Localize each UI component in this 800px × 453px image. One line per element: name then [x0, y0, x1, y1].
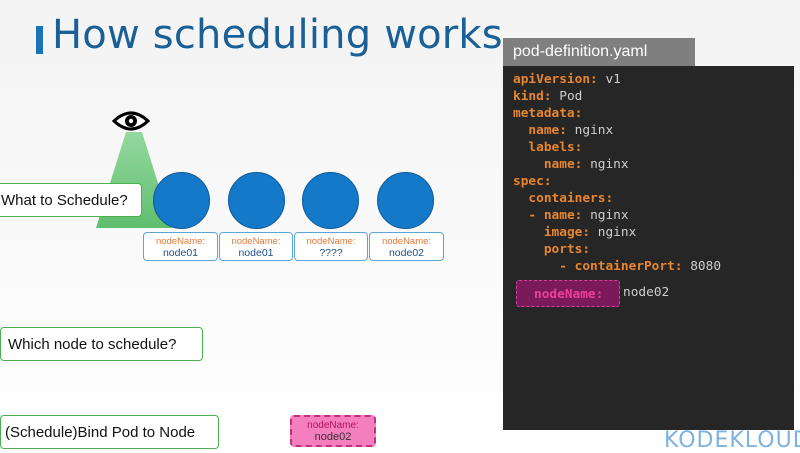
yaml-file-tab: pod-definition.yaml	[503, 38, 695, 66]
node-label-key: nodeName:	[231, 236, 281, 247]
page-title: How scheduling works	[52, 12, 503, 58]
node-label-key: nodeName:	[155, 236, 206, 247]
node-label-value: ????	[319, 247, 343, 259]
node-label-4: nodeName: node02	[369, 232, 444, 261]
yaml-line: - name: nginx	[513, 208, 629, 223]
yaml-line: labels:	[513, 139, 582, 156]
yaml-key: name:	[543, 208, 583, 223]
yaml-value: nginx	[590, 225, 637, 240]
yaml-key: name:	[528, 123, 567, 138]
yaml-line: apiVersion: v1	[513, 71, 621, 88]
node-circle-3	[302, 172, 359, 229]
yaml-key: containers:	[528, 191, 614, 206]
node-label-1: nodeName: node01	[143, 232, 218, 261]
yaml-line: ports:	[513, 241, 590, 258]
yaml-line: spec:	[513, 173, 552, 190]
node-label-key: nodeName:	[381, 236, 432, 247]
node-label-2: nodeName: node01	[219, 232, 293, 261]
yaml-value: nginx	[582, 157, 629, 172]
eye-icon	[112, 111, 150, 131]
yaml-key: kind:	[513, 89, 552, 104]
yaml-key: metadata:	[513, 106, 583, 121]
yaml-value: nginx	[566, 123, 614, 138]
yaml-line: kind: Pod	[513, 88, 582, 105]
yaml-line: - containerPort: 8080	[513, 259, 722, 274]
yaml-key: name:	[543, 157, 583, 172]
yaml-code-panel: apiVersion: v1 kind: Pod metadata: name:…	[503, 66, 794, 430]
yaml-value: 8080	[682, 259, 722, 274]
yaml-value: Pod	[551, 89, 583, 104]
yaml-line: containers:	[513, 190, 613, 207]
yaml-key: image:	[543, 225, 591, 240]
yaml-key: apiVersion:	[513, 72, 598, 87]
bind-pod-box: (Schedule)Bind Pod to Node	[0, 415, 219, 449]
yaml-line: name: nginx	[513, 122, 613, 139]
what-to-schedule-box: What to Schedule?	[0, 183, 142, 217]
bind-pod-label: (Schedule)Bind Pod to Node	[5, 423, 196, 441]
yaml-nodename-value: node02	[623, 285, 670, 300]
node-circle-1	[153, 172, 210, 229]
yaml-value: v1	[597, 72, 621, 87]
node-label-value: node01	[162, 247, 199, 259]
node-label-value: node02	[388, 247, 425, 259]
title-accent-bar	[36, 26, 43, 54]
kodekloud-logo: KODEKLOUD	[664, 428, 800, 453]
node-label-key: nodeName:	[306, 236, 356, 247]
which-node-label: Which node to schedule?	[8, 335, 177, 353]
what-to-schedule-label: What to Schedule?	[1, 191, 128, 209]
which-node-box: Which node to schedule?	[0, 327, 203, 361]
bound-pod-box: nodeName: node02	[290, 415, 376, 447]
yaml-key: spec:	[513, 174, 552, 189]
node-label-3: nodeName: ????	[294, 232, 368, 261]
yaml-nodename-key: nodeName:	[534, 287, 604, 302]
yaml-key: containerPort:	[574, 259, 683, 274]
bound-pod-value: node02	[314, 431, 352, 443]
yaml-key: ports:	[543, 242, 591, 257]
yaml-line: name: nginx	[513, 156, 629, 173]
node-label-value: node01	[238, 247, 274, 259]
node-circle-4	[377, 172, 434, 229]
yaml-filename: pod-definition.yaml	[513, 43, 648, 60]
yaml-key: labels:	[528, 140, 583, 155]
node-circle-2	[228, 172, 285, 229]
yaml-value: nginx	[582, 208, 629, 223]
yaml-line: metadata:	[513, 105, 582, 122]
bound-pod-key: nodeName:	[307, 420, 359, 431]
yaml-line: image: nginx	[513, 224, 636, 241]
